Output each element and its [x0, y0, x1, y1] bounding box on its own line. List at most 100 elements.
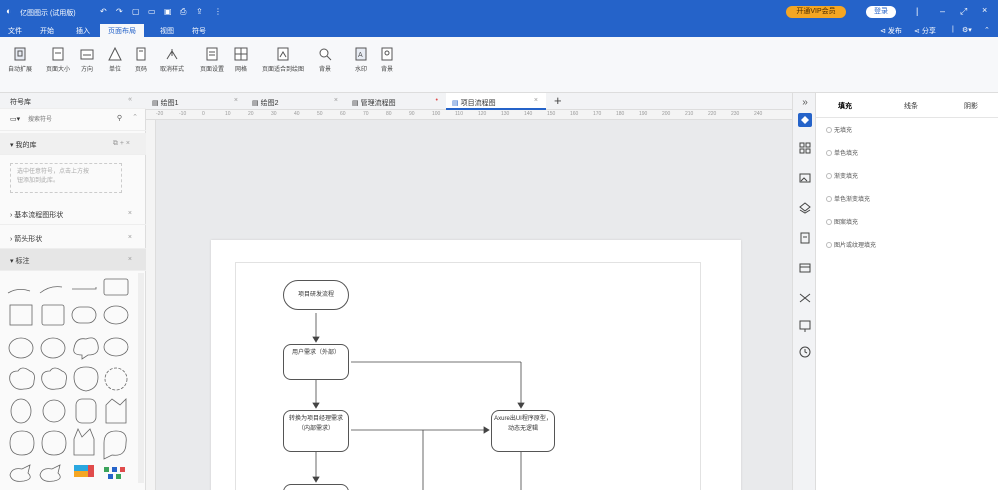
scroll-stepper-icon[interactable]: ⌃ — [132, 113, 138, 121]
flow-step-next[interactable] — [283, 484, 349, 490]
open-icon[interactable]: ▭ — [148, 7, 156, 16]
callout-heart-shape — [73, 366, 99, 392]
publish-button[interactable]: ⊲ 发布 — [880, 26, 902, 36]
tab-drawing2[interactable]: ▤ 绘图2 × — [246, 93, 346, 110]
tab-close-icon[interactable]: × — [234, 97, 238, 104]
shuffle-icon[interactable] — [798, 291, 812, 305]
library-manage-icon[interactable]: ▭▾ — [10, 115, 20, 123]
collapse-panel-icon[interactable]: « — [128, 96, 132, 103]
symbol-search-input[interactable] — [28, 114, 98, 126]
drawing-page[interactable]: 项目研发流程 用户需求（外部） 转换为项目经理需求（内部需求） Axure出UI… — [211, 240, 741, 490]
section-close-icon[interactable]: × — [128, 256, 132, 263]
redo-icon[interactable]: ↷ — [116, 7, 123, 16]
tab-line[interactable]: 线条 — [904, 101, 918, 111]
page-icon[interactable] — [798, 231, 812, 245]
orientation-button[interactable]: 方向 — [80, 47, 94, 73]
orientation-label: 方向 — [80, 67, 93, 73]
style-grid-icon[interactable] — [798, 141, 812, 155]
menu-page-layout[interactable]: 页面布局 — [100, 24, 144, 37]
ruler-tick-label: 190 — [639, 111, 648, 117]
presentation-icon[interactable] — [798, 319, 812, 333]
tab-shadow[interactable]: 阴影 — [964, 101, 978, 111]
callout-shapes-grid[interactable] — [4, 275, 140, 490]
fill-option-single-gradient[interactable]: 单色渐变填充 — [825, 194, 870, 203]
image-icon[interactable] — [798, 171, 812, 185]
callout-color-block-blue — [74, 465, 88, 471]
login-button[interactable]: 登录 — [866, 6, 896, 18]
menu-file[interactable]: 文件 — [8, 26, 22, 36]
callout-dot-red — [120, 467, 125, 472]
fill-option-picture[interactable]: 图片或纹理填充 — [825, 240, 876, 249]
settings-icon[interactable]: ⚙▾ — [962, 26, 972, 34]
export-icon[interactable]: ⇪ — [196, 7, 203, 16]
menu-home[interactable]: 开始 — [40, 26, 54, 36]
tab-project-flowchart[interactable]: ▤ 项目流程图 × — [446, 93, 546, 110]
remove-style-button[interactable]: 取消样式 — [160, 47, 184, 73]
section-close-icon[interactable]: × — [128, 234, 132, 241]
share-button[interactable]: ⋖ 分享 — [914, 26, 936, 36]
background-button[interactable]: 背景 — [318, 47, 332, 73]
section-close-icon[interactable]: × — [128, 210, 132, 217]
auto-expand-button[interactable]: 自动扩展 — [8, 47, 32, 73]
vip-button[interactable]: 开通VIP会员 — [786, 6, 846, 18]
menu-symbol[interactable]: 符号 — [192, 26, 206, 36]
new-icon[interactable]: ▢ — [132, 7, 140, 16]
tab-drawing1[interactable]: ▤ 绘图1 × — [146, 93, 246, 110]
tab-close-icon[interactable]: × — [334, 97, 338, 104]
fill-option-none[interactable]: 无填充 — [825, 125, 852, 134]
collapse-ribbon-icon[interactable]: ⌃ — [984, 26, 990, 34]
search-icon[interactable]: ⚲ — [117, 114, 122, 122]
page-setup-button[interactable]: 页面设置 — [200, 47, 224, 73]
background-image-button[interactable]: 背景 — [380, 47, 394, 73]
unit-button[interactable]: 单位 — [108, 47, 122, 73]
minimize-icon[interactable]: – — [940, 6, 945, 16]
tab-fill[interactable]: 填充 — [838, 101, 852, 111]
data-icon[interactable] — [798, 261, 812, 275]
print-icon[interactable]: ⎙ — [180, 7, 186, 17]
flow-step-internal-requirement[interactable]: 转换为项目经理需求（内部需求） — [283, 410, 349, 452]
flow-start-node[interactable]: 项目研发流程 — [283, 280, 349, 310]
callout-ellipse-shape — [40, 337, 66, 359]
new-tab-icon[interactable]: + — [554, 93, 562, 108]
fill-option-gradient[interactable]: 渐变填充 — [825, 171, 858, 180]
unsaved-dot-icon: • — [435, 97, 438, 104]
tab-close-icon[interactable]: × — [534, 97, 538, 104]
grid-button[interactable]: 网格 — [234, 47, 248, 73]
watermark-button[interactable]: A 水印 — [354, 47, 368, 73]
expand-panel-icon[interactable]: » — [798, 97, 812, 111]
section-basic-flowchart[interactable]: › 基本流程图形状 — [10, 210, 63, 220]
my-library-empty-hint: 选中任意符号，点击上方按 钮添加到此库。 — [10, 163, 122, 193]
background-image-label: 背景 — [380, 67, 393, 73]
save-icon[interactable]: ▣ — [164, 7, 172, 16]
section-arrows[interactable]: › 箭头形状 — [10, 234, 42, 244]
doc-icon: ▤ — [152, 100, 159, 107]
undo-icon[interactable]: ↶ — [100, 7, 107, 16]
flow-step-axure-prototype[interactable]: Axure出UI程序原型，动态无逻辑 — [491, 410, 555, 452]
ruler-tick-label: 100 — [432, 111, 441, 117]
quick-access-more-icon[interactable]: ⋮ — [214, 7, 222, 16]
my-library-header[interactable]: ▾ 我的库 — [10, 140, 36, 150]
flow-step-user-requirement[interactable]: 用户需求（外部） — [283, 344, 349, 380]
ribbon: 自动扩展 页面大小 方向 单位 页码 取消样式 页面设置 网格 页面适合到绘图 … — [0, 37, 998, 93]
fill-option-solid[interactable]: 单色填充 — [825, 148, 858, 157]
library-scrollbar[interactable] — [138, 273, 144, 483]
menu-insert[interactable]: 插入 — [76, 26, 90, 36]
fit-to-drawing-button[interactable]: 页面适合到绘图 — [262, 47, 304, 73]
layers-icon[interactable] — [798, 201, 812, 215]
callout-oval-shape — [103, 305, 129, 325]
history-icon[interactable] — [798, 345, 812, 359]
section-callouts[interactable]: ▾ 标注 — [10, 256, 29, 266]
fill-option-pattern[interactable]: 图案填充 — [825, 217, 858, 226]
close-icon[interactable]: × — [982, 5, 987, 15]
ruler-tick-label: 10 — [225, 111, 231, 117]
page-number-button[interactable]: 页码 — [134, 47, 148, 73]
drawing-canvas[interactable]: 项目研发流程 用户需求（外部） 转换为项目经理需求（内部需求） Axure出UI… — [156, 120, 792, 490]
callout-circle-shape — [8, 337, 34, 359]
tab-management-flowchart[interactable]: ▤ 管理流程图 • — [346, 93, 446, 110]
page-size-button[interactable]: 页面大小 — [46, 47, 70, 73]
my-library-actions-icon[interactable]: ⧉ + × — [113, 140, 130, 148]
maximize-icon[interactable]: ⤢ — [960, 6, 967, 17]
ruler-tick-label: 180 — [616, 111, 625, 117]
menu-view[interactable]: 视图 — [160, 26, 174, 36]
fill-panel-icon[interactable] — [798, 113, 812, 127]
